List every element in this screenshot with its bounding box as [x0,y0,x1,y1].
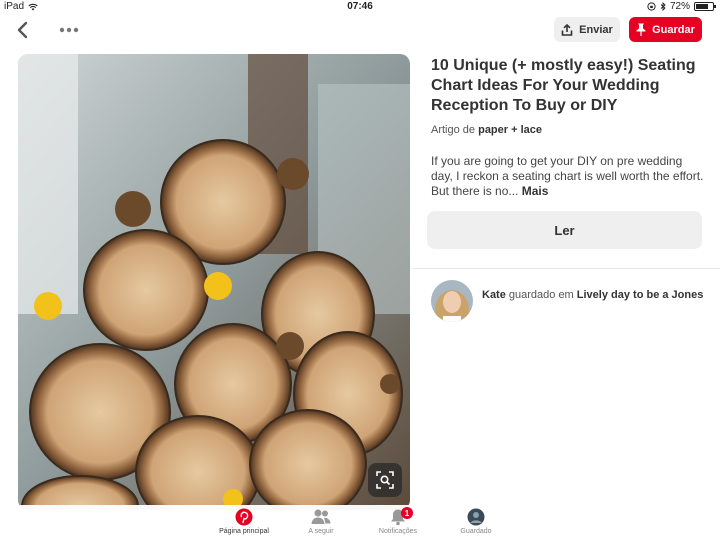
visual-search-icon [376,471,394,489]
tab-home[interactable]: Página principal [204,508,284,535]
status-time: 07:46 [347,1,373,12]
tab-notifications[interactable]: 1 Notificações [358,507,438,535]
avatar[interactable] [431,280,473,322]
more-link[interactable]: Mais [522,184,549,198]
user-avatar-photo [431,280,473,322]
divider [413,268,720,269]
send-button[interactable]: Enviar [554,17,620,42]
orientation-lock-icon [647,2,656,11]
pin-description: If you are going to get your DIY on pre … [431,154,706,199]
saved-action: guardado em [505,289,577,301]
saved-by-user[interactable]: Kate [482,289,506,301]
profile-avatar-icon [467,508,485,526]
notification-badge: 1 [401,507,413,519]
read-label: Ler [554,222,575,238]
pin-image[interactable] [18,54,410,510]
battery-percent: 72% [669,1,690,12]
board-link[interactable]: Lively day to be a Jones [577,289,704,301]
pushpin-icon [636,23,646,36]
share-icon [561,23,573,36]
status-bar: iPad 07:46 72% [0,0,720,14]
tab-following[interactable]: A seguir [281,508,361,535]
back-chevron-icon[interactable] [14,20,32,40]
save-label: Guardar [652,23,695,36]
saved-by-line: Kate guardado em Lively day to be a Jone… [482,288,707,302]
read-button[interactable]: Ler [427,211,702,249]
tab-saved-label: Guardado [460,528,492,535]
visual-search-button[interactable] [368,463,402,497]
save-button[interactable]: Guardar [629,17,702,42]
tab-following-label: A seguir [308,528,334,535]
tab-saved[interactable]: Guardado [436,508,516,535]
people-icon [311,509,331,524]
send-label: Enviar [579,23,613,36]
battery-level [696,4,708,9]
tab-notifications-label: Notificações [378,528,418,535]
description-text: If you are going to get your DIY on pre … [431,154,704,198]
tab-bar: Página principal A seguir 1 Notificações… [0,505,720,540]
tab-home-label: Página principal [219,528,269,535]
more-options-icon[interactable] [58,20,80,40]
battery-icon [694,2,716,11]
article-source-line: Artigo de paper + lace [431,124,542,136]
bluetooth-icon [660,2,666,11]
source-link[interactable]: paper + lace [478,124,542,136]
pin-title: 10 Unique (+ mostly easy!) Seating Chart… [431,57,696,114]
wood-slices-photo [18,54,410,510]
pinterest-logo-icon [235,508,253,526]
article-prefix: Artigo de [431,124,479,136]
